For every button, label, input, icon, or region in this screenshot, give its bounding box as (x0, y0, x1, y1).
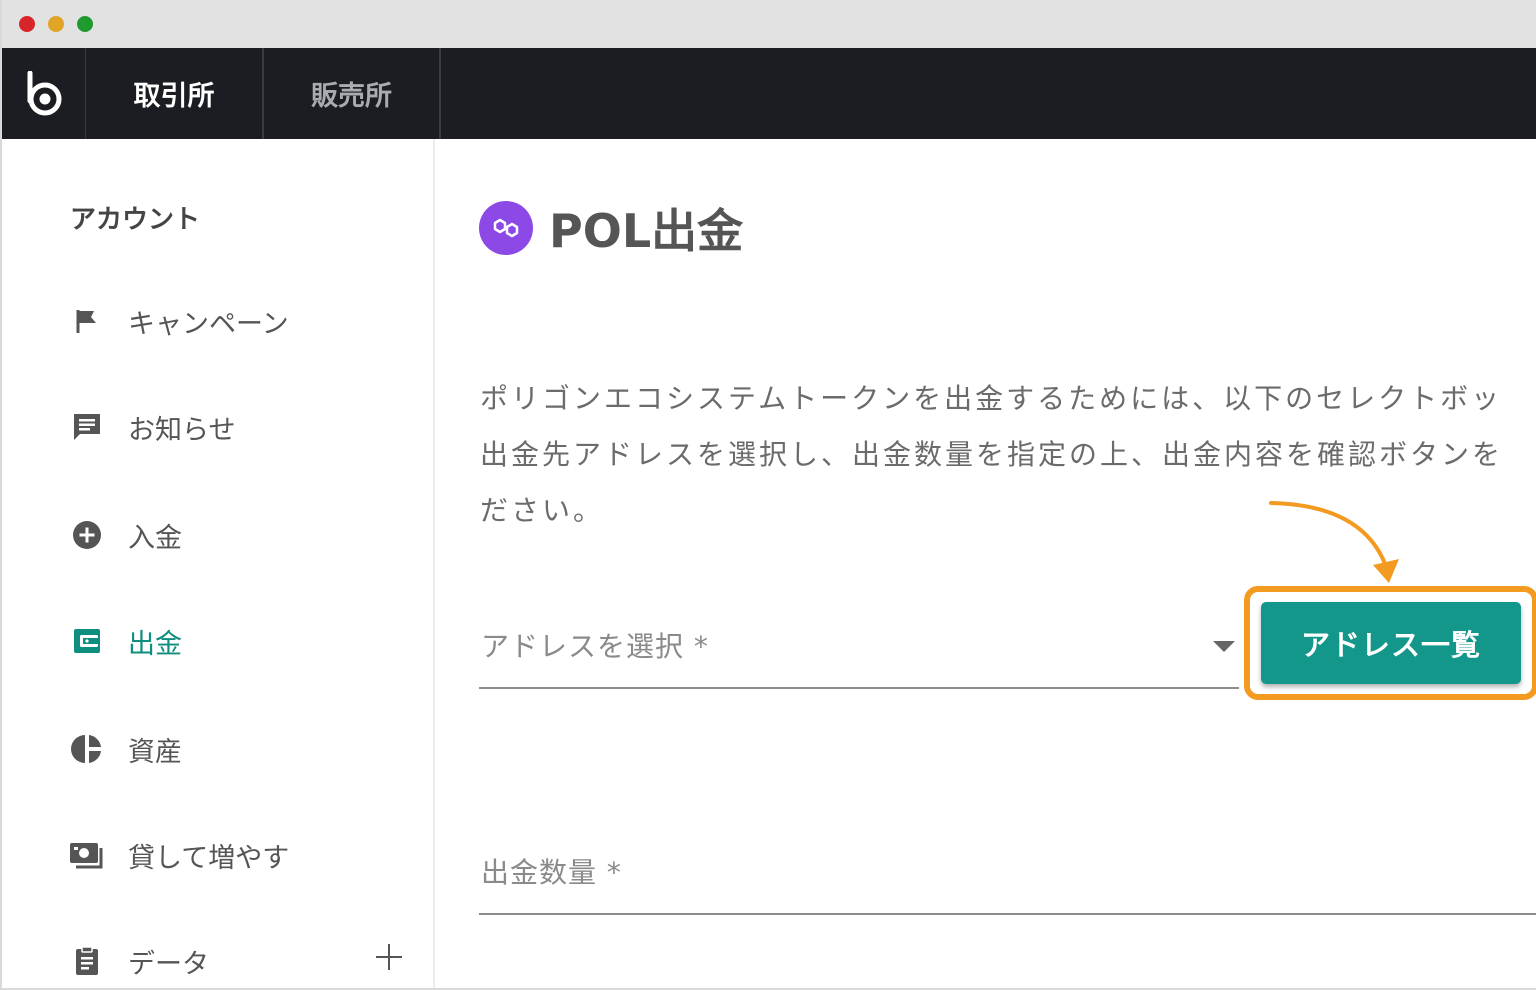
description-line: 出金先アドレスを選択し、出金数量を指定の上、出金内容を確認ボタンを (480, 438, 1504, 471)
tab-exchange[interactable]: 取引所 (86, 48, 264, 139)
sidebar-item-label: 資産 (128, 736, 182, 768)
sidebar-item-campaign[interactable]: キャンペーン (68, 301, 418, 341)
description-line: ポリゴンエコシステムトークンを出金するためには、以下のセレクトボッ (480, 382, 1503, 415)
sidebar-item-lending[interactable]: 貸して増やす (68, 835, 418, 875)
main-content: POL出金 ポリゴンエコシステムトークンを出金するためには、以下のセレクトボッ … (435, 139, 1536, 988)
sidebar-item-label: 出金 (128, 628, 182, 660)
plus-icon[interactable] (372, 940, 406, 974)
plus-circle-icon (68, 516, 106, 554)
minimize-window-button[interactable] (48, 16, 64, 32)
browser-window: 取引所 販売所 アカウント キャンペーン お知らせ 入金 出金 資産 貸して増や… (0, 0, 1536, 990)
close-window-button[interactable] (19, 16, 35, 32)
tab-sales[interactable]: 販売所 (264, 48, 441, 139)
clipboard-icon (68, 942, 106, 980)
sidebar: アカウント キャンペーン お知らせ 入金 出金 資産 貸して増やす データ (2, 139, 435, 988)
sidebar-item-withdraw[interactable]: 出金 (68, 621, 418, 661)
wallet-icon (68, 622, 106, 660)
bitbank-logo-icon[interactable] (2, 48, 86, 139)
title-bar (2, 0, 1536, 48)
sidebar-item-deposit[interactable]: 入金 (68, 515, 418, 555)
message-icon (68, 408, 106, 446)
pie-chart-icon (68, 730, 106, 768)
chevron-down-icon[interactable] (1213, 641, 1235, 652)
sidebar-item-label: データ (128, 948, 209, 980)
address-select-label: アドレスを選択 * (481, 630, 709, 663)
sidebar-item-label: キャンペーン (128, 308, 289, 340)
sidebar-item-news[interactable]: お知らせ (68, 407, 418, 447)
cash-icon (68, 836, 106, 874)
polygon-icon (479, 201, 533, 255)
amount-field-label: 出金数量 * (481, 856, 622, 889)
sidebar-item-assets[interactable]: 資産 (68, 729, 418, 769)
sidebar-item-label: 貸して増やす (128, 842, 290, 874)
page-title: POL出金 (549, 204, 744, 258)
sidebar-item-data[interactable]: データ (68, 941, 418, 981)
flag-icon (68, 302, 106, 340)
amount-field[interactable]: 出金数量 * (479, 829, 1536, 915)
callout-arrow-icon (1269, 501, 1399, 583)
address-select[interactable]: アドレスを選択 * (479, 605, 1239, 689)
maximize-window-button[interactable] (77, 16, 93, 32)
sidebar-title: アカウント (70, 205, 201, 235)
sidebar-item-label: お知らせ (128, 414, 236, 446)
sidebar-item-label: 入金 (128, 522, 182, 554)
top-navigation: 取引所 販売所 (2, 48, 1536, 139)
address-list-button[interactable]: アドレス一覧 (1261, 602, 1521, 684)
